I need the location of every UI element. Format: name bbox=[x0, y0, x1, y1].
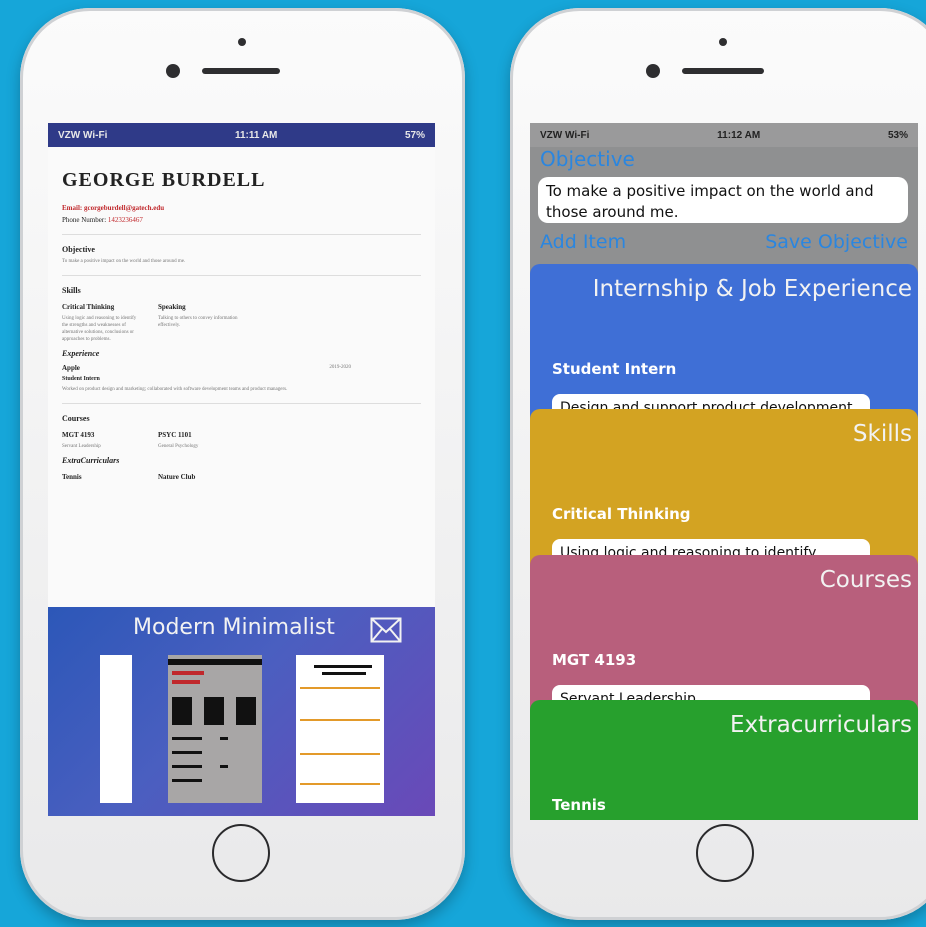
skill-title: Critical Thinking bbox=[62, 303, 115, 311]
divider bbox=[62, 275, 421, 276]
experience-desc: Worked on product design and marketing; … bbox=[62, 387, 288, 392]
experience-heading: Experience bbox=[62, 349, 100, 358]
course-item: MGT 4193 Servant Leadership bbox=[62, 431, 142, 450]
card-title: Extracurriculars bbox=[730, 712, 912, 738]
course-title: PSYC 1101 bbox=[158, 431, 192, 439]
status-bar: VZW Wi-Fi 11:11 AM 57% bbox=[48, 123, 435, 147]
card-item-title[interactable]: Critical Thinking bbox=[552, 505, 691, 523]
card-title: Skills bbox=[852, 421, 912, 447]
status-bar: VZW Wi-Fi 11:12 AM 53% bbox=[530, 123, 918, 147]
courses-heading: Courses bbox=[62, 414, 90, 423]
card-title: Internship & Job Experience bbox=[592, 276, 912, 302]
divider bbox=[62, 403, 421, 404]
course-desc: Servant Leadership bbox=[62, 444, 101, 449]
phone-label: Phone Number: bbox=[62, 216, 107, 224]
courses-row: MGT 4193 Servant Leadership PSYC 1101 Ge… bbox=[62, 431, 421, 450]
card-title: Courses bbox=[819, 567, 912, 593]
resume-phone: Phone Number: 1423236467 bbox=[62, 216, 421, 224]
theme-picker: Modern Minimalist bbox=[48, 607, 435, 816]
resume-name: GEORGE BURDELL bbox=[62, 169, 266, 191]
resume-email[interactable]: Email: gcorgeburdell@gatech.edu bbox=[62, 204, 421, 212]
battery-level: 53% bbox=[887, 129, 908, 141]
phone-number[interactable]: 1423236467 bbox=[108, 216, 143, 224]
objective-label: Objective bbox=[540, 147, 635, 171]
extracurriculars-heading: ExtraCurriculars bbox=[62, 456, 120, 465]
battery-level: 57% bbox=[404, 129, 425, 141]
theme-title: Modern Minimalist bbox=[133, 615, 335, 640]
theme-thumbnail-classic[interactable] bbox=[296, 655, 384, 803]
front-sensor bbox=[719, 38, 727, 46]
clock: 11:11 AM bbox=[234, 129, 278, 141]
skill-item: Critical Thinking Using logic and reason… bbox=[62, 303, 142, 343]
extracurricular-item: Nature Club bbox=[158, 473, 196, 481]
right-screen: VZW Wi-Fi 11:12 AM 53% Objective To make… bbox=[530, 123, 918, 820]
mail-icon[interactable] bbox=[370, 617, 402, 643]
extracurricular-item: Tennis bbox=[62, 473, 82, 481]
earpiece-speaker bbox=[202, 68, 280, 74]
card-item-title[interactable]: Student Intern bbox=[552, 360, 676, 378]
objective-text: To make a positive impact on the world a… bbox=[62, 259, 186, 264]
skills-heading: Skills bbox=[62, 286, 81, 295]
objective-heading: Objective bbox=[62, 245, 95, 254]
card-item-title[interactable]: MGT 4193 bbox=[552, 651, 636, 669]
add-item-button[interactable]: Add Item bbox=[540, 231, 626, 253]
resume-editor: Objective To make a positive impact on t… bbox=[530, 147, 918, 820]
left-phone: VZW Wi-Fi 11:11 AM 57% GEORGE BURDELL Em… bbox=[20, 8, 465, 920]
card-item-title[interactable]: Tennis bbox=[552, 796, 606, 814]
front-camera bbox=[646, 64, 660, 78]
card-extracurriculars[interactable]: Extracurriculars Tennis bbox=[530, 700, 918, 820]
divider bbox=[62, 234, 421, 235]
experience-company: Apple bbox=[62, 364, 80, 372]
earpiece-speaker bbox=[682, 68, 764, 74]
home-button[interactable] bbox=[212, 824, 270, 882]
front-camera bbox=[166, 64, 180, 78]
save-objective-button[interactable]: Save Objective bbox=[765, 231, 908, 253]
right-phone: VZW Wi-Fi 11:12 AM 53% Objective To make… bbox=[510, 8, 926, 920]
experience-dates: 2019-2020 bbox=[329, 365, 351, 370]
theme-thumbnail-blank[interactable] bbox=[100, 655, 132, 803]
card-courses[interactable]: Courses MGT 4193 Servant Leadership bbox=[530, 555, 918, 715]
clock: 11:12 AM bbox=[717, 129, 761, 141]
extracurriculars-row: Tennis Nature Club bbox=[62, 473, 421, 481]
course-item: PSYC 1101 General Psychology bbox=[158, 431, 238, 450]
theme-thumbnail-bold[interactable] bbox=[168, 655, 262, 803]
experience-role: Student Intern bbox=[62, 376, 100, 382]
experience-header: Apple 2019-2020 bbox=[62, 364, 421, 372]
skills-row: Critical Thinking Using logic and reason… bbox=[62, 303, 421, 343]
skill-title: Speaking bbox=[158, 303, 186, 311]
home-button[interactable] bbox=[696, 824, 754, 882]
course-title: MGT 4193 bbox=[62, 431, 95, 439]
resume-preview[interactable]: GEORGE BURDELL Email: gcorgeburdell@gate… bbox=[48, 147, 435, 607]
carrier-label: VZW Wi-Fi bbox=[58, 129, 108, 141]
skill-item: Speaking Talking to others to convey inf… bbox=[158, 303, 238, 343]
left-screen: VZW Wi-Fi 11:11 AM 57% GEORGE BURDELL Em… bbox=[48, 123, 435, 816]
course-desc: General Psychology bbox=[158, 444, 199, 449]
objective-field[interactable]: To make a positive impact on the world a… bbox=[538, 177, 908, 223]
card-skills[interactable]: Skills Critical Thinking Using logic and… bbox=[530, 409, 918, 569]
carrier-label: VZW Wi-Fi bbox=[540, 129, 590, 141]
skill-desc: Talking to others to convey information … bbox=[158, 316, 238, 328]
card-experience[interactable]: Internship & Job Experience Student Inte… bbox=[530, 264, 918, 424]
skill-desc: Using logic and reasoning to identify th… bbox=[62, 316, 137, 342]
front-sensor bbox=[238, 38, 246, 46]
